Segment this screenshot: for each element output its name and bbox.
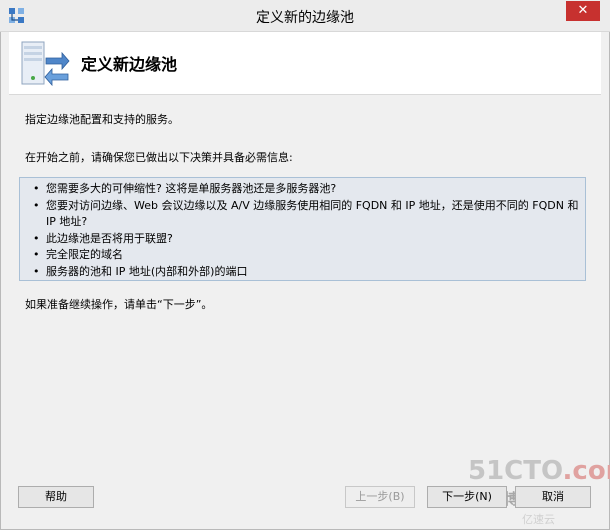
- bullet-icon: •: [33, 231, 40, 245]
- requirement-text: 完全限定的域名: [46, 248, 123, 261]
- requirement-text: 您需要多大的可伸缩性? 这将是单服务器池还是多服务器池?: [46, 182, 337, 195]
- page-title: 定义新边缘池: [81, 55, 178, 74]
- next-button[interactable]: 下一步(N): [427, 486, 507, 508]
- list-item: • 您要对访问边缘、Web 会议边缘以及 A/V 边缘服务使用相同的 FQDN …: [31, 198, 585, 231]
- close-button[interactable]: ✕: [566, 1, 600, 21]
- continue-instruction: 如果准备继续操作，请单击“下一步”。: [25, 298, 213, 311]
- content-area: 指定边缘池配置和支持的服务。 在开始之前，请确保您已做出以下决策并具备必需信息:: [25, 112, 585, 186]
- watermark-logo: 51CTO.com: [468, 456, 610, 486]
- bullet-icon: •: [33, 264, 40, 278]
- cancel-button[interactable]: 取消: [515, 486, 591, 508]
- title-bar[interactable]: 定义新的边缘池 ✕: [0, 0, 610, 32]
- wizard-header: 定义新边缘池: [9, 32, 601, 95]
- requirement-text: 此边缘池是否将用于联盟?: [46, 231, 173, 245]
- server-arrows-icon: [21, 41, 70, 87]
- help-button[interactable]: 帮助: [18, 486, 94, 508]
- requirements-list: • 您需要多大的可伸缩性? 这将是单服务器池还是多服务器池? • 您要对访问边缘…: [20, 178, 585, 280]
- bullet-icon: •: [33, 198, 40, 212]
- watermark-tail: 亿速云: [522, 513, 555, 526]
- list-item: • 此边缘池是否将用于联盟?: [31, 231, 585, 248]
- before-start-text: 在开始之前，请确保您已做出以下决策并具备必需信息:: [25, 151, 293, 164]
- bullet-icon: •: [33, 182, 40, 195]
- requirement-text: 您要对访问边缘、Web 会议边缘以及 A/V 边缘服务使用相同的 FQDN 和 …: [46, 198, 579, 229]
- requirement-text: 服务器的池和 IP 地址(内部和外部)的端口: [46, 264, 248, 278]
- requirements-box: • 您需要多大的可伸缩性? 这将是单服务器池还是多服务器池? • 您要对访问边缘…: [19, 177, 586, 281]
- window-title: 定义新的边缘池: [256, 10, 354, 26]
- close-icon: ✕: [577, 3, 589, 18]
- intro-text: 指定边缘池配置和支持的服务。: [25, 113, 179, 126]
- list-item: • 完全限定的域名: [31, 247, 585, 264]
- back-button[interactable]: 上一步(B): [345, 486, 415, 508]
- list-item: • 服务器的池和 IP 地址(内部和外部)的端口: [31, 264, 585, 281]
- list-item: • 您需要多大的可伸缩性? 这将是单服务器池还是多服务器池?: [31, 181, 585, 198]
- bullet-icon: •: [33, 248, 40, 261]
